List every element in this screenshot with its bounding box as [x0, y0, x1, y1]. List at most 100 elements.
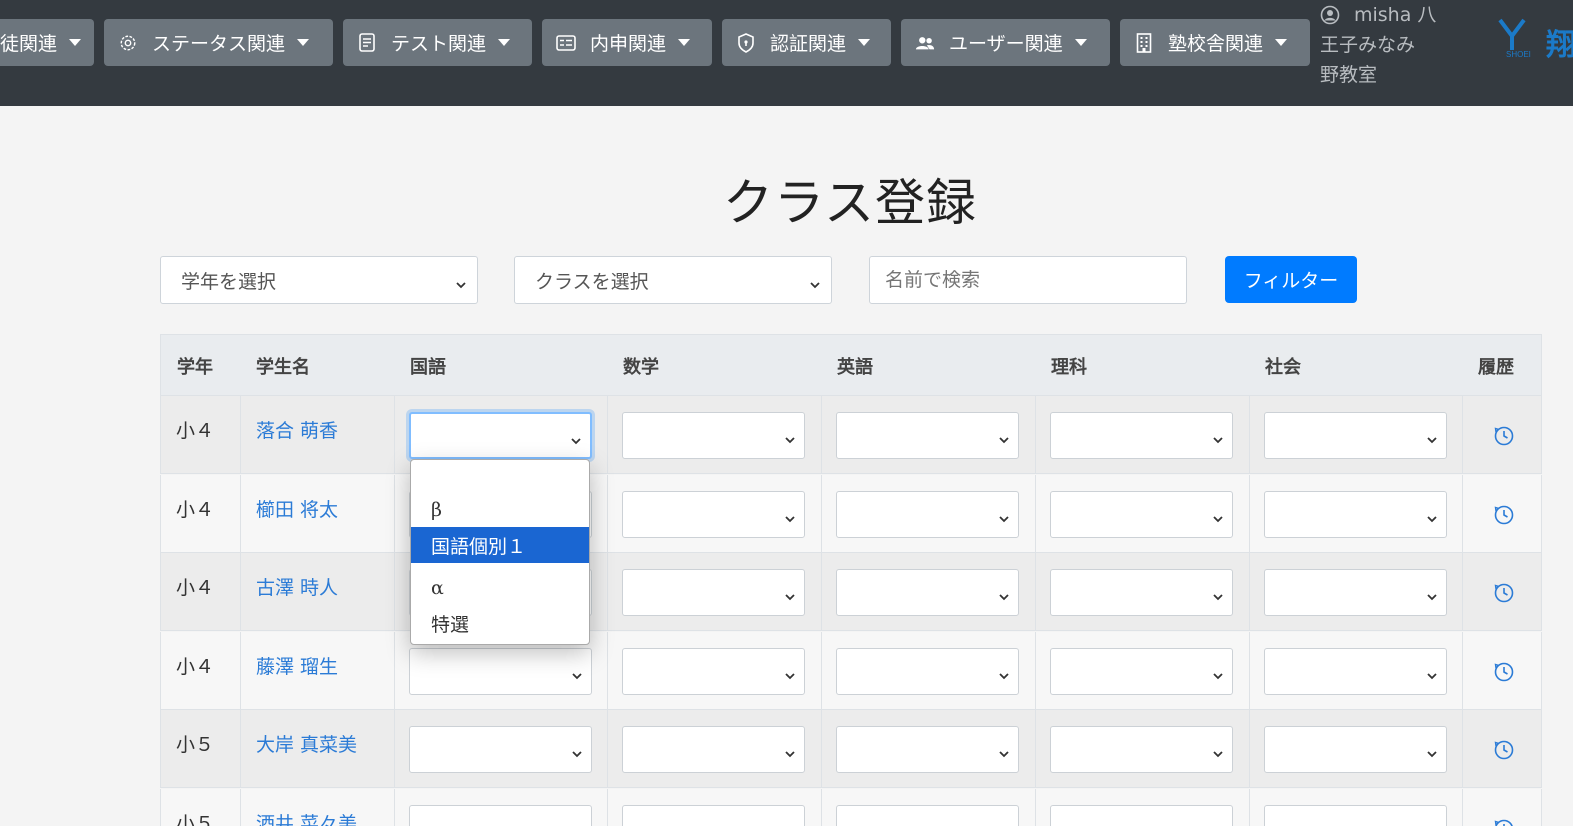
student-name-link[interactable]: 酒井 菜々美	[256, 809, 357, 826]
social-class-select[interactable]	[1264, 726, 1447, 773]
user-school-line2: 野教室	[1320, 64, 1378, 86]
english-class-select[interactable]	[836, 726, 1019, 773]
chevron-down-icon	[809, 274, 821, 296]
table-row: 小５ 大岸 真菜美	[160, 710, 1542, 788]
science-class-select[interactable]	[1050, 647, 1233, 695]
name-search-input[interactable]	[869, 256, 1187, 304]
japanese-class-select[interactable]	[409, 647, 592, 695]
math-class-select[interactable]	[622, 490, 805, 538]
chevron-down-icon	[1212, 510, 1224, 529]
history-clock-icon[interactable]	[1493, 504, 1515, 530]
english-class-select[interactable]	[836, 804, 1019, 826]
page-title: クラス登録	[723, 174, 977, 232]
history-clock-icon[interactable]	[1493, 582, 1515, 608]
nav-user-dropdown[interactable]: ユーザー関連	[901, 19, 1110, 66]
student-name-link[interactable]: 藤澤 瑠生	[256, 652, 338, 679]
social-class-select[interactable]	[1264, 569, 1447, 616]
history-clock-icon[interactable]	[1493, 661, 1515, 687]
class-select-value: クラスを選択	[535, 270, 649, 293]
header-science: 理科	[1051, 357, 1087, 378]
top-navbar: 徒関連 ステータス関連 テスト関連 内申関連 認証関連 ユーザー関連 塾校舎関連…	[0, 0, 1573, 106]
science-class-select[interactable]	[1050, 726, 1233, 773]
english-class-select[interactable]	[836, 647, 1019, 695]
science-class-select[interactable]	[1050, 490, 1233, 538]
column-divider	[1462, 396, 1463, 473]
option-beta[interactable]: β	[411, 492, 589, 528]
gear-icon	[118, 33, 138, 53]
filter-button[interactable]: フィルター	[1225, 256, 1357, 303]
column-divider	[1035, 631, 1036, 709]
chevron-down-icon	[784, 667, 796, 686]
english-class-select[interactable]	[836, 569, 1019, 616]
option-kokugo-kobetsu-1[interactable]: 国語個別１	[411, 527, 589, 563]
user-circle-icon	[1320, 5, 1354, 25]
japanese-class-select[interactable]	[409, 412, 592, 459]
column-divider	[394, 788, 395, 826]
cell-grade: 小４	[176, 577, 215, 599]
student-name-link[interactable]: 古澤 時人	[256, 573, 338, 600]
grade-select[interactable]: 学年を選択	[160, 256, 478, 304]
nav-auth-dropdown[interactable]: 認証関連	[722, 19, 891, 66]
nav-status-dropdown[interactable]: ステータス関連	[104, 19, 333, 66]
user-menu[interactable]: misha 八 王子みなみ 野教室	[1320, 0, 1436, 90]
science-class-select[interactable]	[1050, 412, 1233, 459]
chevron-down-icon	[571, 745, 583, 764]
column-divider	[1462, 710, 1463, 787]
social-class-select[interactable]	[1264, 647, 1447, 695]
history-clock-icon[interactable]	[1493, 818, 1515, 826]
chevron-down-icon	[998, 745, 1010, 764]
english-class-select[interactable]	[836, 490, 1019, 538]
user-school-line1: 王子みなみ	[1320, 34, 1416, 56]
social-class-select[interactable]	[1264, 412, 1447, 459]
column-divider	[1462, 553, 1463, 630]
table-row: 小４ 落合 萌香	[160, 396, 1542, 474]
nav-label: 認証関連	[770, 33, 847, 55]
math-class-select[interactable]	[622, 726, 805, 773]
math-class-select[interactable]	[622, 569, 805, 616]
history-clock-icon[interactable]	[1493, 425, 1515, 451]
chevron-down-icon	[784, 745, 796, 764]
user-name: misha 八	[1354, 4, 1437, 26]
japanese-class-select[interactable]	[409, 804, 592, 826]
shoei-logo[interactable]: 翔 SHOEI	[1498, 14, 1573, 64]
nav-test-dropdown[interactable]: テスト関連	[343, 19, 532, 66]
option-alpha[interactable]: α	[411, 570, 589, 606]
table-row: 小４ 櫛田 将太	[160, 474, 1542, 553]
student-name-link[interactable]: 落合 萌香	[256, 416, 338, 443]
column-divider	[1249, 474, 1250, 552]
history-clock-icon[interactable]	[1493, 739, 1515, 765]
column-divider	[821, 710, 822, 787]
document-icon	[357, 33, 377, 53]
chevron-down-icon	[1426, 745, 1438, 764]
cell-grade: 小４	[176, 498, 215, 521]
caret-down-icon	[297, 39, 310, 46]
english-class-select[interactable]	[836, 412, 1019, 459]
class-select[interactable]: クラスを選択	[514, 256, 832, 304]
math-class-select[interactable]	[622, 804, 805, 826]
column-divider	[1462, 788, 1463, 826]
nav-school-dropdown[interactable]: 塾校舎関連	[1120, 19, 1310, 66]
math-class-select[interactable]	[622, 647, 805, 695]
option-tokusen[interactable]: 特選	[411, 605, 589, 641]
column-divider	[394, 710, 395, 787]
student-name-link[interactable]: 櫛田 将太	[256, 495, 338, 522]
nav-student-dropdown[interactable]: 徒関連	[0, 19, 94, 66]
cell-grade: 小５	[176, 734, 215, 756]
student-name-link[interactable]: 大岸 真菜美	[256, 730, 357, 757]
chevron-down-icon	[784, 588, 796, 607]
column-divider	[607, 396, 608, 473]
caret-down-icon	[1275, 39, 1288, 46]
social-class-select[interactable]	[1264, 490, 1447, 538]
math-class-select[interactable]	[622, 412, 805, 459]
column-divider	[1462, 474, 1463, 552]
social-class-select[interactable]	[1264, 804, 1447, 826]
nav-naishin-dropdown[interactable]: 内申関連	[542, 19, 712, 66]
science-class-select[interactable]	[1050, 804, 1233, 826]
japanese-class-select[interactable]	[409, 726, 592, 773]
column-divider	[394, 474, 395, 552]
chevron-down-icon	[1212, 431, 1224, 450]
science-class-select[interactable]	[1050, 569, 1233, 616]
chevron-down-icon	[1212, 588, 1224, 607]
column-divider	[394, 396, 395, 473]
chevron-down-icon	[998, 588, 1010, 607]
